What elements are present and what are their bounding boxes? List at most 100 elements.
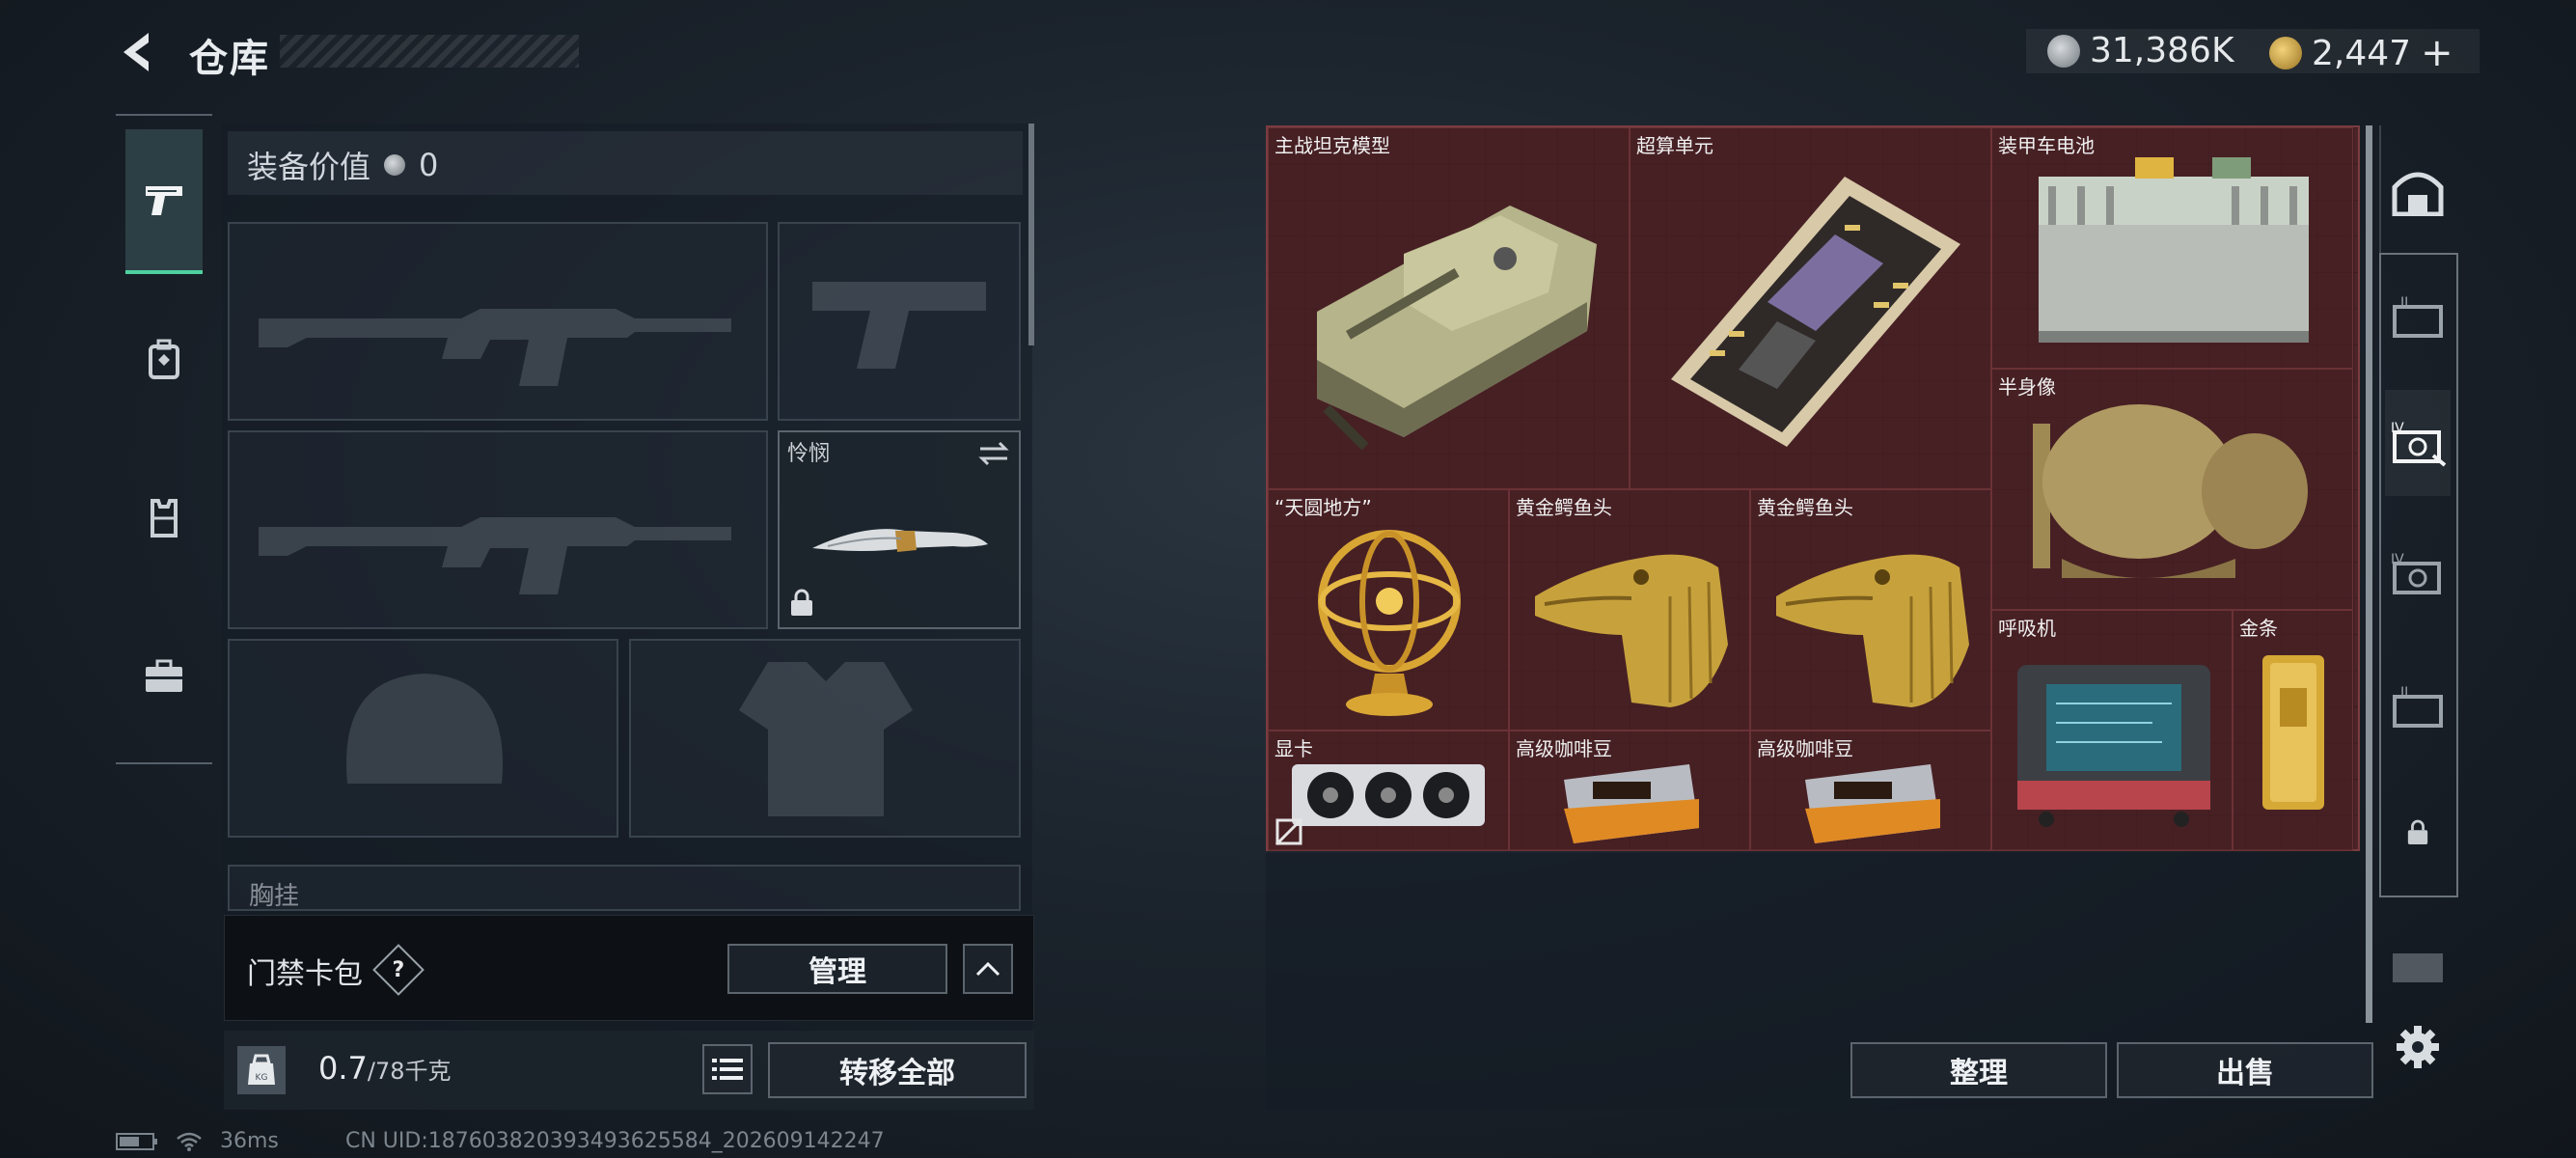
bust-statue-icon — [2033, 404, 2308, 578]
secondary-weapon-slot[interactable] — [778, 222, 1021, 421]
pistol-icon — [146, 186, 182, 215]
equipment-value-amount: 0 — [419, 147, 439, 183]
gold-coin-icon — [2269, 37, 2302, 69]
gold-currency[interactable]: 2,447 + — [2269, 31, 2453, 75]
back-arrow-icon[interactable] — [114, 29, 160, 75]
chest-rig-slot[interactable]: 胸挂 — [228, 865, 1021, 911]
list-view-button[interactable] — [702, 1044, 753, 1094]
stash-grid: 主战坦克模型 超算单元 装甲车电池 半身像 “天圆地方” 黄金鳄鱼头 黄金鳄鱼头… — [1266, 125, 2360, 851]
expand-button[interactable] — [963, 944, 1013, 994]
armillary-sphere-icon — [1318, 530, 1461, 716]
tab-toolbox[interactable] — [125, 604, 203, 749]
melee-name: 怜悯 — [787, 442, 831, 466]
svg-text:II: II — [2400, 295, 2408, 311]
transfer-all-button[interactable]: 转移全部 — [768, 1042, 1027, 1098]
item-name: “天圆地方” — [1274, 496, 1372, 519]
sort-button[interactable]: 整理 — [1850, 1042, 2107, 1098]
armor-silhouette-icon — [739, 662, 913, 816]
briefcase-icon — [146, 659, 182, 692]
pistol-silhouette-icon — [812, 282, 986, 369]
circuit-board-icon — [1671, 177, 1960, 447]
keycard-label: 门禁卡包 — [247, 957, 363, 991]
stash-item-tank-model[interactable]: 主战坦克模型 — [1268, 127, 1630, 489]
sell-button[interactable]: 出售 — [2117, 1042, 2373, 1098]
tank-model-icon — [1317, 206, 1597, 451]
uid-text: CN UID:187603820393493625584_20260914224… — [345, 1129, 885, 1153]
weight-icon-box: KG — [237, 1046, 286, 1094]
no-insurance-icon — [1274, 817, 1303, 846]
title-decoration — [280, 35, 579, 68]
tab-stash-page-2[interactable]: II — [2385, 262, 2451, 369]
stash-item-graphics-card[interactable]: 显卡 — [1268, 731, 1509, 851]
wifi-icon — [177, 1132, 202, 1151]
stash-item-gold-crocodile-head[interactable]: 黄金鳄鱼头 — [1509, 489, 1750, 731]
battery-status-icon — [116, 1132, 157, 1150]
crocodile-head-icon — [1776, 554, 1969, 707]
list-icon — [712, 1059, 743, 1080]
equipment-value-label: 装备价值 — [247, 149, 371, 185]
melee-slot[interactable]: 怜悯 — [778, 430, 1021, 629]
settings-button[interactable] — [2385, 994, 2451, 1100]
stash-item-gold-bar[interactable]: 金条 — [2233, 610, 2353, 851]
safe-box-icon — [2392, 172, 2444, 216]
lock-icon — [791, 589, 812, 616]
add-currency-button[interactable]: + — [2421, 31, 2453, 75]
stash-item-bust[interactable]: 半身像 — [1991, 369, 2353, 610]
item-name: 黄金鳄鱼头 — [1516, 496, 1612, 519]
gold-amount: 2,447 — [2312, 33, 2412, 73]
item-name: 金条 — [2239, 617, 2278, 640]
knife-icon — [812, 529, 988, 552]
graphics-card-icon — [1292, 764, 1485, 826]
silver-coin-icon — [384, 154, 406, 176]
stash-item-premium-coffee-beans[interactable]: 高级咖啡豆 — [1750, 731, 1991, 851]
stash-item-supercomputer[interactable]: 超算单元 — [1630, 127, 1991, 489]
helmet-silhouette-icon — [346, 674, 503, 784]
backpack-icon — [149, 339, 179, 379]
tab-backpack[interactable] — [125, 288, 203, 432]
ventilator-icon — [2017, 665, 2210, 827]
tab-safe-box[interactable] — [2385, 139, 2451, 245]
helmet-slot[interactable] — [228, 639, 618, 838]
item-name: 高级咖啡豆 — [1757, 737, 1853, 760]
stash-page-icon: II — [2393, 685, 2443, 728]
ping-text: 36ms — [220, 1129, 279, 1153]
tab-vest[interactable] — [125, 446, 203, 591]
silver-coin-icon — [2047, 34, 2080, 68]
weight-current: 0.7 — [318, 1050, 368, 1087]
stash-item-armillary-sphere[interactable]: “天圆地方” — [1268, 489, 1509, 731]
silver-amount: 31,386K — [2090, 31, 2234, 70]
lock-icon — [2407, 819, 2428, 844]
silver-currency[interactable]: 31,386K — [2047, 31, 2234, 70]
equipment-scrollbar[interactable] — [1028, 124, 1034, 345]
item-name: 呼吸机 — [1998, 617, 2056, 640]
chevron-up-icon — [975, 961, 1000, 977]
item-name: 黄金鳄鱼头 — [1757, 496, 1853, 519]
rifle-silhouette-icon — [259, 517, 731, 594]
kettlebell-icon: KG — [248, 1054, 275, 1085]
primary-weapon-slot[interactable] — [228, 222, 768, 421]
secondary-primary-slot[interactable] — [228, 430, 768, 629]
coffee-bag-icon — [1564, 764, 1699, 843]
stash-item-gold-crocodile-head[interactable]: 黄金鳄鱼头 — [1750, 489, 1991, 731]
stash-page-icon: II — [2393, 295, 2443, 338]
manage-button[interactable]: 管理 — [727, 944, 947, 994]
tab-weapon[interactable] — [125, 129, 203, 274]
armor-slot[interactable] — [629, 639, 1021, 838]
chest-rig-label: 胸挂 — [249, 882, 300, 911]
page-title: 仓库 — [189, 37, 270, 81]
tab-stash-page-4[interactable]: IV — [2385, 390, 2451, 496]
item-name: 主战坦克模型 — [1274, 134, 1390, 157]
help-icon: ? — [392, 957, 405, 982]
tab-locked-page[interactable] — [2385, 780, 2451, 886]
stash-item-premium-coffee-beans[interactable]: 高级咖啡豆 — [1509, 731, 1750, 851]
weight-max: /78千克 — [367, 1058, 452, 1085]
tab-stash-page-2b[interactable]: II — [2385, 652, 2451, 758]
gear-icon — [2397, 1026, 2439, 1068]
swap-icon[interactable] — [976, 440, 1011, 467]
stash-item-ventilator[interactable]: 呼吸机 — [1991, 610, 2233, 851]
stash-scrollbar[interactable] — [2366, 125, 2372, 1023]
tab-stash-page-4b[interactable]: IV — [2385, 521, 2451, 627]
gold-bar-icon — [2262, 655, 2324, 810]
crocodile-head-icon — [1535, 554, 1728, 707]
stash-item-vehicle-battery[interactable]: 装甲车电池 — [1991, 127, 2353, 369]
